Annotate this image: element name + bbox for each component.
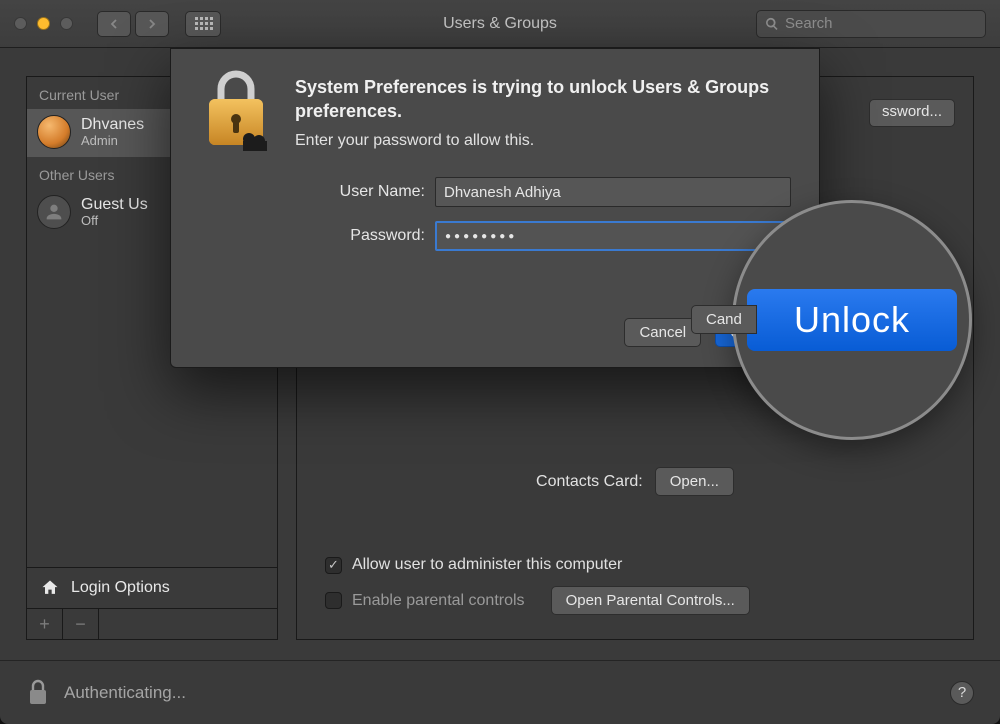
login-options-label: Login Options bbox=[71, 579, 170, 597]
username-value: Dhvanesh Adhiya bbox=[444, 184, 561, 201]
add-remove-bar: + − bbox=[27, 608, 277, 639]
login-options[interactable]: Login Options bbox=[27, 567, 277, 608]
checkbox-icon bbox=[325, 557, 342, 574]
cancel-fragment: Cand bbox=[691, 305, 757, 334]
cancel-button[interactable]: Cancel bbox=[624, 318, 701, 347]
user-name: Guest Us bbox=[81, 196, 148, 214]
auth-subtitle: Enter your password to allow this. bbox=[295, 132, 791, 150]
forward-button[interactable] bbox=[135, 11, 169, 37]
user-name: Dhvanes bbox=[81, 116, 144, 134]
checkbox-icon[interactable] bbox=[325, 592, 342, 609]
help-button[interactable]: ? bbox=[950, 681, 974, 705]
traffic-lights bbox=[14, 17, 73, 30]
admin-checkbox-label: Allow user to administer this computer bbox=[352, 556, 622, 574]
search-placeholder: Search bbox=[785, 15, 833, 32]
parental-controls-row: Enable parental controls Open Parental C… bbox=[321, 580, 955, 621]
close-button[interactable] bbox=[14, 17, 27, 30]
lock-illustration bbox=[199, 69, 273, 151]
username-field[interactable]: Dhvanesh Adhiya bbox=[435, 177, 791, 207]
avatar bbox=[37, 115, 71, 149]
prefs-window: Users & Groups Search Current User Dhvan… bbox=[0, 0, 1000, 724]
password-value: ●●●●●●●● bbox=[445, 231, 517, 242]
auth-title: System Preferences is trying to unlock U… bbox=[295, 75, 791, 124]
zoom-button[interactable] bbox=[60, 17, 73, 30]
show-all-button[interactable] bbox=[185, 11, 221, 37]
contacts-card-row: Contacts Card: Open... bbox=[297, 467, 973, 496]
nav-buttons bbox=[97, 11, 169, 37]
status-bar: Authenticating... ? bbox=[0, 660, 1000, 724]
user-role: Off bbox=[81, 213, 148, 228]
open-contacts-button[interactable]: Open... bbox=[655, 467, 734, 496]
search-input[interactable]: Search bbox=[756, 10, 986, 38]
password-field[interactable]: ●●●●●●●● bbox=[435, 221, 791, 251]
parental-label: Enable parental controls bbox=[352, 592, 525, 610]
lock-icon[interactable] bbox=[26, 678, 50, 708]
unlock-button-magnified: Unlock bbox=[747, 289, 957, 351]
back-button[interactable] bbox=[97, 11, 131, 37]
magnifier-callout: Cand Unlock bbox=[732, 200, 972, 440]
user-role: Admin bbox=[81, 133, 144, 148]
remove-user-button[interactable]: − bbox=[63, 609, 99, 639]
avatar-guest bbox=[37, 195, 71, 229]
search-icon bbox=[765, 17, 779, 31]
username-label: User Name: bbox=[289, 183, 425, 201]
change-password-button[interactable]: ssword... bbox=[869, 99, 955, 127]
spacer bbox=[99, 609, 277, 639]
password-label: Password: bbox=[289, 227, 425, 245]
admin-checkbox-row[interactable]: Allow user to administer this computer bbox=[321, 550, 955, 580]
home-icon bbox=[39, 578, 61, 598]
add-user-button[interactable]: + bbox=[27, 609, 63, 639]
person-icon bbox=[43, 201, 65, 223]
contacts-card-label: Contacts Card: bbox=[536, 473, 643, 491]
titlebar: Users & Groups Search bbox=[0, 0, 1000, 48]
open-parental-controls-button[interactable]: Open Parental Controls... bbox=[551, 586, 750, 615]
minimize-button[interactable] bbox=[37, 17, 50, 30]
status-text: Authenticating... bbox=[64, 683, 186, 703]
